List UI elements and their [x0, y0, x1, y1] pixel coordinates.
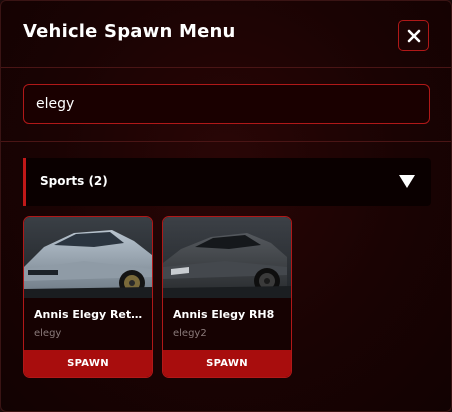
search-area	[1, 68, 451, 142]
vehicle-card[interactable]: Annis Elegy RH8 elegy2 SPAWN	[162, 216, 292, 378]
spawn-button[interactable]: SPAWN	[24, 350, 152, 377]
category-label: Sports (2)	[40, 174, 108, 188]
vehicle-card[interactable]: Annis Elegy Retro Custom elegy SPAWN	[23, 216, 153, 378]
header: Vehicle Spawn Menu	[1, 1, 451, 68]
close-button[interactable]	[398, 20, 429, 51]
category-sports[interactable]: Sports (2)	[23, 158, 431, 206]
vehicle-spawn-panel: Vehicle Spawn Menu Sports (2)	[0, 0, 452, 412]
vehicle-model: elegy2	[173, 328, 207, 339]
close-icon	[407, 29, 420, 42]
triangle-down-icon[interactable]	[399, 175, 415, 188]
vehicle-image-dark-coupe	[163, 217, 291, 298]
vehicle-image-silver-coupe	[24, 217, 152, 298]
search-input[interactable]	[23, 84, 430, 124]
vehicle-name: Annis Elegy RH8	[173, 308, 275, 321]
spawn-button[interactable]: SPAWN	[163, 350, 291, 377]
vehicle-name: Annis Elegy Retro Custom	[34, 308, 146, 321]
vehicle-model: elegy	[34, 328, 62, 339]
panel-title: Vehicle Spawn Menu	[23, 21, 236, 42]
